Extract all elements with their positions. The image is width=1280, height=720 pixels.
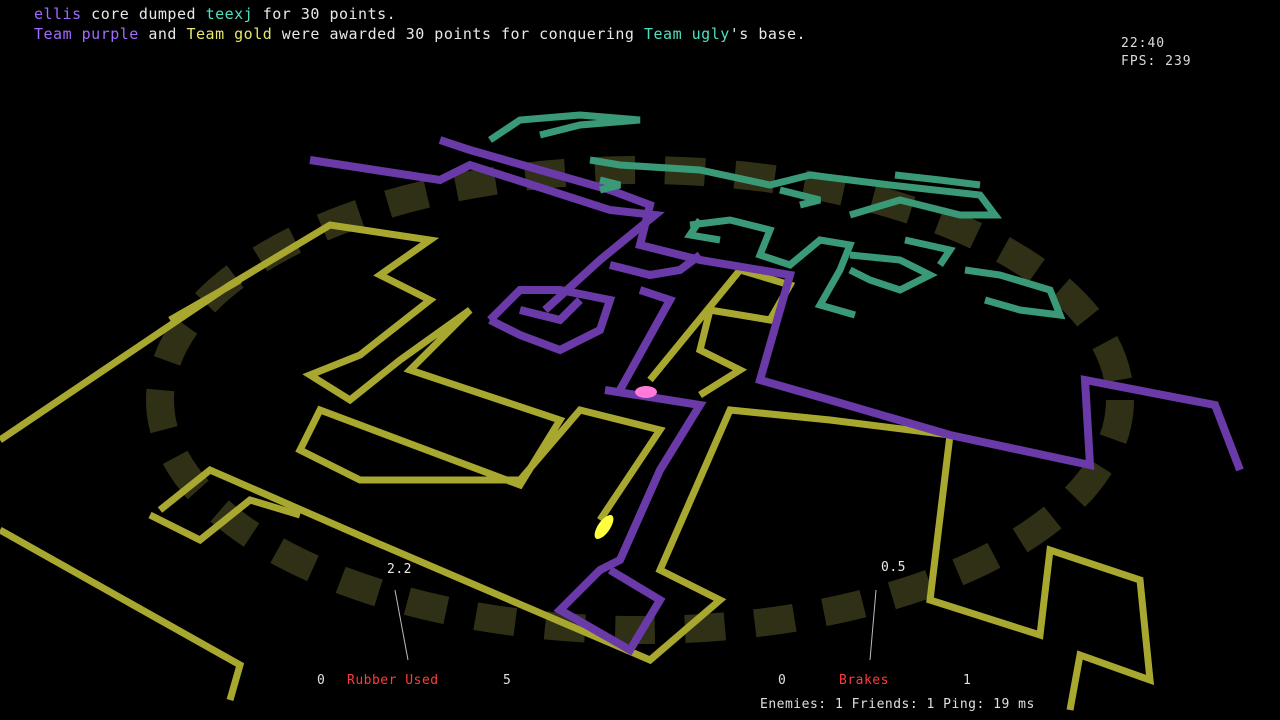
rubber-gauge-label: Rubber Used	[347, 673, 439, 688]
rubber-gauge-value: 2.2	[387, 562, 412, 577]
message-text: core dumped	[81, 5, 206, 23]
brakes-gauge-value: 0.5	[881, 560, 906, 575]
rubber-gauge-needle	[394, 589, 409, 661]
team-name-gold: Team gold	[186, 25, 273, 43]
network-status-line: Enemies: 1 Friends: 1 Ping: 19 ms	[760, 697, 1035, 712]
game-arena-view	[0, 111, 1244, 711]
base-conquer-message: Team purple and Team gold were awarded 3…	[34, 25, 806, 43]
team-name-purple: Team purple	[34, 25, 139, 43]
brakes-gauge-min: 0	[778, 673, 787, 688]
brakes-gauge-label: Brakes	[839, 673, 889, 688]
enemy-cycle-pink	[635, 386, 657, 398]
brakes-gauge-max: 1	[963, 673, 972, 688]
game-clock: 22:40	[1121, 36, 1166, 51]
message-text: 's base.	[729, 25, 807, 43]
message-text: were awarded 30 points for conquering	[272, 25, 644, 43]
player-name-ellis: ellis	[34, 5, 82, 23]
message-text: for 30 points.	[253, 5, 397, 23]
fps-counter: FPS: 239	[1121, 54, 1192, 69]
rubber-gauge-min: 0	[317, 673, 326, 688]
kill-message: ellis core dumped teexj for 30 points.	[34, 5, 396, 23]
team-name-ugly: Team ugly	[643, 25, 730, 43]
brakes-gauge-needle	[869, 589, 877, 661]
rubber-gauge-max: 5	[503, 673, 512, 688]
player-name-teexj: teexj	[205, 5, 254, 23]
message-text: and	[138, 25, 187, 43]
